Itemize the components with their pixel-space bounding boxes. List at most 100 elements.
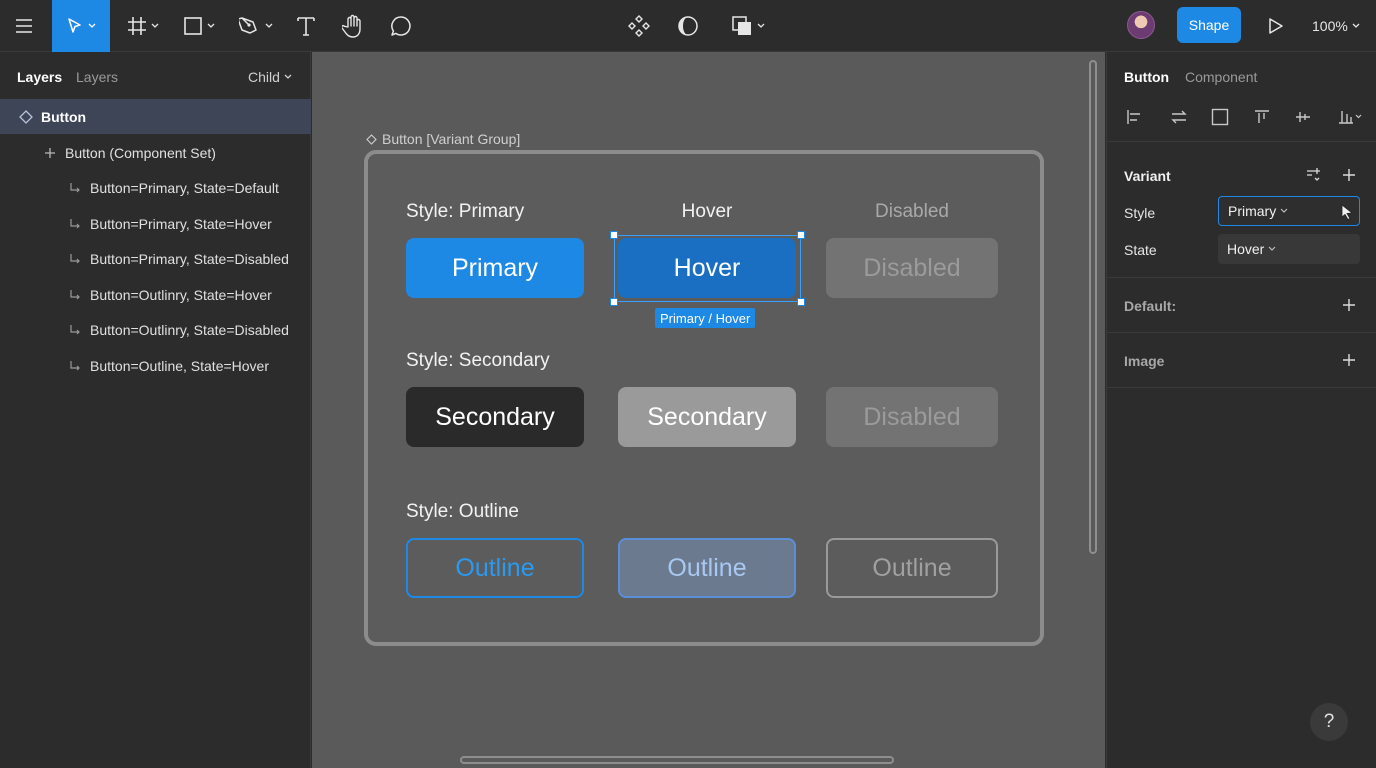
add-image-plus-icon[interactable]	[1341, 352, 1357, 368]
tab-layers[interactable]: Layers	[17, 69, 62, 85]
variant-outline-hover[interactable]: Outline	[618, 538, 796, 598]
variant-secondary-disabled[interactable]: Disabled	[826, 387, 998, 447]
layer-row-variant[interactable]: Button=Outlinry, State=Hover	[0, 277, 311, 312]
chevron-down-icon	[284, 74, 292, 79]
chevron-down-icon	[207, 23, 215, 28]
style-property-label: Style	[1124, 205, 1156, 221]
selection-name-tag: Primary / Hover	[655, 308, 756, 328]
component-set-icon	[366, 133, 377, 145]
state-property-label: State	[1124, 242, 1157, 258]
menu-icon[interactable]	[10, 0, 38, 52]
variant-primary-disabled[interactable]: Disabled	[826, 238, 998, 298]
state-property-value: Hover	[1227, 241, 1265, 257]
layers-panel: Layers Layers Child Button Button (Compo…	[0, 52, 311, 768]
comment-tool-button[interactable]	[388, 0, 414, 52]
layer-row-variant[interactable]: Button=Outlinry, State=Disabled	[0, 312, 311, 347]
variant-outline-disabled[interactable]: Outline	[826, 538, 998, 598]
child-arrow-icon	[66, 360, 84, 372]
text-icon	[297, 17, 315, 36]
layer-row-component-set[interactable]: Button (Component Set)	[0, 135, 311, 170]
distribute-icon[interactable]	[1336, 107, 1364, 127]
boolean-tool-button[interactable]	[726, 0, 770, 52]
frame-icon	[128, 17, 146, 35]
layer-label: Button=Outline, State=Hover	[90, 357, 269, 374]
chevron-down-icon	[1280, 208, 1288, 213]
chevron-down-icon	[88, 23, 96, 28]
hand-tool-button[interactable]	[340, 0, 366, 52]
variant-outline-default[interactable]: Outline	[406, 538, 584, 598]
zoom-level: 100%	[1312, 18, 1348, 34]
image-section-title: Image	[1124, 353, 1165, 369]
add-variant-plus-icon[interactable]	[1341, 167, 1357, 183]
pen-tool-button[interactable]	[234, 0, 278, 52]
pen-icon	[239, 17, 257, 34]
layer-row-button[interactable]: Button	[0, 99, 311, 134]
move-icon	[68, 18, 81, 33]
text-tool-button[interactable]	[294, 0, 318, 52]
layer-label: Button (Component Set)	[65, 144, 216, 161]
horizontal-scrollbar[interactable]	[460, 756, 894, 764]
section-divider	[1107, 332, 1376, 333]
variant-primary-default[interactable]: Primary	[406, 238, 584, 298]
component-icon	[628, 15, 650, 37]
layer-row-variant[interactable]: Button=Primary, State=Default	[0, 170, 311, 205]
hand-icon	[342, 14, 361, 38]
frame-box-icon[interactable]	[1210, 107, 1230, 127]
shape-tool-button[interactable]	[178, 0, 220, 52]
frame-label[interactable]: Button [Variant Group]	[366, 131, 520, 147]
layer-row-variant[interactable]: Button=Primary, State=Hover	[0, 206, 311, 241]
column-label-disabled: Disabled	[875, 201, 949, 222]
child-arrow-icon	[66, 218, 84, 230]
layer-row-variant[interactable]: Button=Outline, State=Hover	[0, 348, 311, 383]
child-arrow-icon	[66, 324, 84, 336]
top-toolbar: Shape 100%	[0, 0, 1376, 52]
layer-label: Button	[41, 108, 87, 125]
align-vertical-center-icon[interactable]	[1293, 107, 1313, 127]
frame-tool-button[interactable]	[122, 0, 164, 52]
resize-handle-bottom-left[interactable]	[610, 298, 618, 306]
frame-label-text: Button [Variant Group]	[382, 131, 521, 147]
child-dropdown[interactable]: Child	[248, 69, 292, 85]
mask-tool-button[interactable]	[676, 0, 700, 52]
section-divider	[1107, 387, 1376, 388]
tab-button[interactable]: Button	[1124, 69, 1169, 85]
zoom-dropdown[interactable]: 100%	[1312, 0, 1360, 52]
properties-panel: Button Component Variant Style Primary S…	[1106, 52, 1376, 768]
layer-row-variant[interactable]: Button=Primary, State=Disabled	[0, 241, 311, 276]
variant-secondary-hover[interactable]: Secondary	[618, 387, 796, 447]
add-default-plus-icon[interactable]	[1341, 297, 1357, 313]
child-arrow-icon	[66, 289, 84, 301]
user-avatar[interactable]	[1127, 11, 1155, 39]
present-button[interactable]	[1264, 0, 1288, 52]
variant-group-frame[interactable]: Style: Primary Hover Disabled Primary Ho…	[364, 150, 1044, 646]
move-tool-button[interactable]	[52, 0, 110, 52]
swap-icon[interactable]	[1169, 107, 1189, 127]
child-arrow-icon	[66, 253, 84, 265]
resize-handle-top-right[interactable]	[797, 231, 805, 239]
state-property-select[interactable]: Hover	[1218, 234, 1360, 264]
resize-handle-top-left[interactable]	[610, 231, 618, 239]
design-canvas[interactable]: Button [Variant Group] Style: Primary Ho…	[312, 52, 1105, 768]
chevron-down-icon	[1268, 246, 1276, 251]
selection-outline[interactable]	[614, 235, 801, 302]
variant-options-icon[interactable]	[1305, 167, 1321, 183]
layer-label: Button=Outlinry, State=Disabled	[90, 321, 289, 338]
cursor-pointer-icon	[1341, 204, 1354, 220]
style-property-select[interactable]: Primary	[1218, 196, 1360, 226]
component-tool-button[interactable]	[627, 0, 651, 52]
style-property-value: Primary	[1228, 203, 1277, 219]
tab-component[interactable]: Component	[1185, 69, 1257, 85]
vertical-scrollbar[interactable]	[1089, 60, 1097, 554]
help-button[interactable]: ?	[1310, 703, 1348, 741]
share-button[interactable]: Shape	[1177, 7, 1241, 43]
default-section-title: Default:	[1124, 298, 1177, 314]
tab-layers-secondary[interactable]: Layers	[76, 69, 118, 85]
column-label-hover: Hover	[681, 201, 733, 222]
layer-label: Button=Primary, State=Default	[90, 179, 279, 196]
section-divider	[1107, 277, 1376, 278]
resize-handle-bottom-right[interactable]	[797, 298, 805, 306]
variant-secondary-default[interactable]: Secondary	[406, 387, 584, 447]
align-left-icon[interactable]	[1125, 107, 1145, 127]
align-top-icon[interactable]	[1252, 107, 1272, 127]
chevron-down-icon	[265, 23, 273, 28]
